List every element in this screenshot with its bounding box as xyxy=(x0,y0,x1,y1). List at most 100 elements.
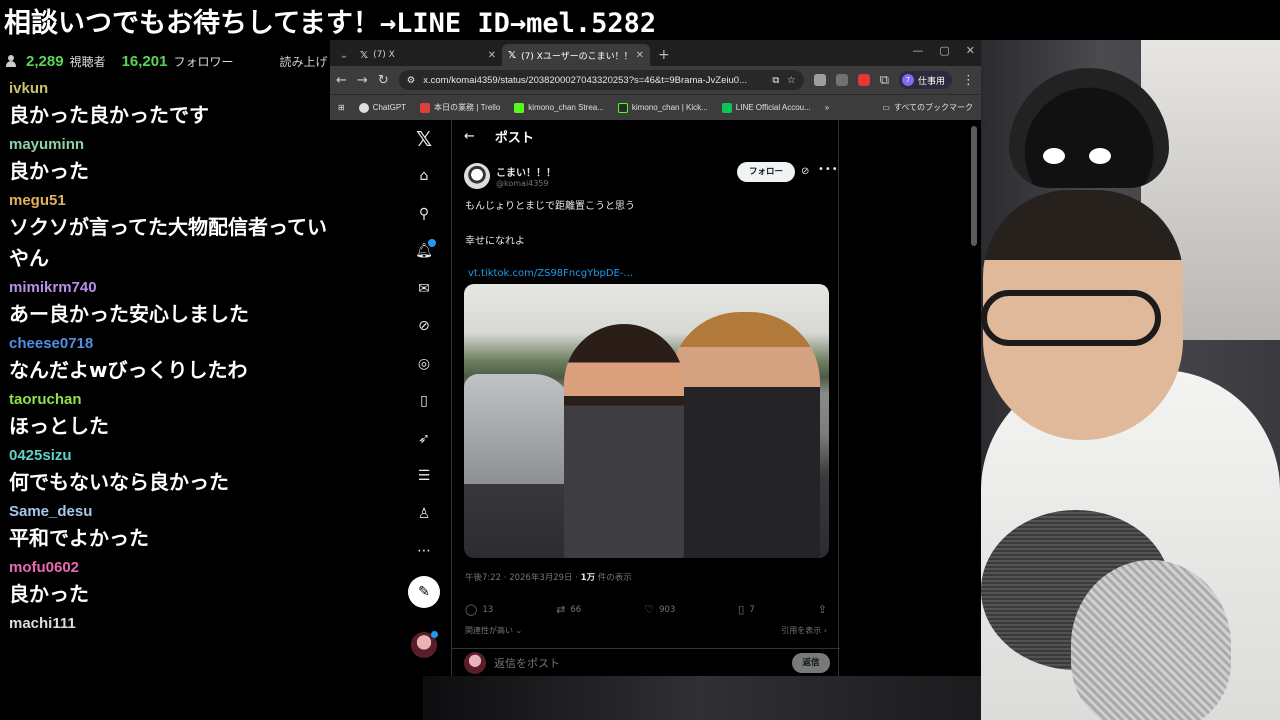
page-scrollbar[interactable] xyxy=(971,126,977,246)
bookmark-count: 7 xyxy=(749,604,755,615)
bookmark-icon: ▯ xyxy=(738,603,745,616)
back-arrow-icon[interactable]: ← xyxy=(464,129,475,144)
extensions-puzzle-icon[interactable]: ⧉ xyxy=(880,73,889,88)
post-author-row: こまい！！！ @komai4359 フォロー ⊘ ••• xyxy=(452,158,838,194)
viewers-icon xyxy=(6,55,20,67)
chat-text: ほっとした xyxy=(9,414,109,438)
follower-label: フォロワー xyxy=(173,54,234,69)
author-avatar[interactable] xyxy=(464,163,490,189)
bookmark-trello[interactable]: 本日の業務 | Trello xyxy=(420,102,500,113)
x-logo-icon[interactable]: 𝕏 xyxy=(408,120,440,158)
heart-icon: ♡ xyxy=(644,603,655,616)
read-aloud-label[interactable]: 読み上げ xyxy=(279,53,327,70)
reply-icon: ◯ xyxy=(465,603,478,616)
chevron-right-icon: › xyxy=(823,626,827,635)
post-text-line: 幸せになれよ xyxy=(465,236,525,247)
apps-grid-icon[interactable]: ⊞ xyxy=(338,103,345,112)
extension-icon[interactable] xyxy=(813,74,826,86)
tab-strip: ⌄ 𝕏 (7) X ✕ 𝕏 (7) Xユーザーのこまい！！！さん: 「もんじょり… xyxy=(330,40,981,66)
site-settings-icon[interactable]: ⚙ xyxy=(407,75,416,86)
grok-icon[interactable]: ⊘ xyxy=(408,308,440,346)
view-quotes-link[interactable]: 引用を表示 › xyxy=(781,625,827,636)
reply-input[interactable]: 返信をポスト xyxy=(494,655,784,671)
bookmark-chatgpt[interactable]: ChatGPT xyxy=(358,102,406,113)
penguin-eye xyxy=(1089,148,1111,164)
penguin-eye xyxy=(1043,148,1065,164)
repost-action[interactable]: ⇄ 66 xyxy=(556,603,581,616)
bookmark-line[interactable]: LINE Official Accou... xyxy=(721,102,811,113)
chat-text: あー良かった安心しました xyxy=(9,302,249,326)
maximize-button[interactable]: ▢ xyxy=(939,44,949,57)
tab-x-home[interactable]: 𝕏 (7) X ✕ xyxy=(354,44,502,66)
account-avatar[interactable] xyxy=(411,631,438,658)
home-icon[interactable]: ⌂ xyxy=(408,158,440,196)
bookmark-kick[interactable]: kimono_chan | Kick... xyxy=(617,102,708,113)
search-icon[interactable]: ⚲ xyxy=(408,195,440,233)
post-body: もんじょりとまじで距離置こうと思う 幸せになれよ vt.tiktok.com/Z… xyxy=(452,197,838,279)
follow-button[interactable]: フォロー xyxy=(737,162,795,182)
tab-close-icon[interactable]: ✕ xyxy=(488,50,496,61)
all-bookmarks-folder[interactable]: ▭ すべてのブックマーク xyxy=(882,102,973,113)
bookmark-kick-stream[interactable]: kimono_chan Strea... xyxy=(514,102,604,113)
browser-menu-icon[interactable]: ⋮ xyxy=(962,73,975,88)
bookmark-star-icon[interactable]: ☆ xyxy=(787,75,796,86)
chevron-down-icon: ⌄ xyxy=(515,626,523,635)
forward-arrow-icon[interactable]: → xyxy=(357,73,368,88)
share-action[interactable]: ⇪ xyxy=(818,603,827,616)
post-link[interactable]: vt.tiktok.com/ZS98FncgYbpDE-... xyxy=(465,268,838,279)
reload-icon[interactable]: ↻ xyxy=(378,73,389,88)
trello-icon xyxy=(420,102,431,113)
chat-text: ソクソが言ってた大物配信者っていやん xyxy=(9,215,327,270)
compose-post-button[interactable]: ✎ xyxy=(408,576,440,608)
x-page: 𝕏 ⌂ ⚲ 🔔︎ ✉ ⊘ ◎ ▯ ➶ ☰ ♙ ⋯ ✎ ← ポスト こまい！！！ xyxy=(330,120,981,676)
reply-count: 13 xyxy=(482,604,494,615)
notifications-bell-icon[interactable]: 🔔︎ xyxy=(408,233,440,271)
rocket-icon[interactable]: ➶ xyxy=(408,420,440,458)
more-circle-icon[interactable]: ⋯ xyxy=(408,533,440,571)
reply-composer: 返信をポスト 返信 xyxy=(452,648,840,676)
install-app-icon[interactable]: ⧉ xyxy=(772,75,779,86)
tab-title: (7) X xyxy=(373,50,395,60)
post-photo[interactable] xyxy=(464,284,829,558)
reply-action[interactable]: ◯ 13 xyxy=(465,603,493,616)
line-icon xyxy=(721,102,732,113)
minimize-button[interactable]: — xyxy=(912,44,923,57)
x-sidebar-nav: 𝕏 ⌂ ⚲ 🔔︎ ✉ ⊘ ◎ ▯ ➶ ☰ ♙ ⋯ ✎ xyxy=(408,120,440,658)
author-handle[interactable]: @komai4359 xyxy=(496,179,556,188)
browser-toolbar: ← → ↻ ⚙ x.com/komai4359/status/203820002… xyxy=(330,66,981,94)
viewer-label: 視聴者 xyxy=(69,54,106,69)
bookmark-action[interactable]: ▯ 7 xyxy=(738,603,754,616)
lists-icon[interactable]: ☰ xyxy=(408,458,440,496)
follower-count: 16,201 xyxy=(121,52,168,70)
more-options-icon[interactable]: ••• xyxy=(818,164,839,175)
tab-x-post[interactable]: 𝕏 (7) Xユーザーのこまい！！！さん: 「もんじょりとまじで距離置こうと思う… xyxy=(502,44,650,66)
bookmarks-icon[interactable]: ▯ xyxy=(408,383,440,421)
new-tab-button[interactable]: + xyxy=(650,44,678,66)
messages-envelope-icon[interactable]: ✉ xyxy=(408,270,440,308)
like-action[interactable]: ♡ 903 xyxy=(644,603,675,616)
window-controls: — ▢ ✕ xyxy=(912,44,975,57)
more-bookmarks-icon[interactable]: » xyxy=(825,103,829,112)
post-header: ← ポスト xyxy=(452,120,838,152)
sort-dropdown[interactable]: 関連性が高い ⌄ xyxy=(465,625,522,636)
back-arrow-icon[interactable]: ← xyxy=(336,73,347,88)
kick-icon xyxy=(514,102,525,113)
youtube-extension-icon[interactable] xyxy=(857,74,870,86)
chat-text: 良かった xyxy=(9,159,89,183)
repost-icon: ⇄ xyxy=(556,603,566,616)
x-favicon-icon: 𝕏 xyxy=(360,49,369,61)
tab-close-icon[interactable]: ✕ xyxy=(636,50,644,61)
communities-icon[interactable]: ◎ xyxy=(408,345,440,383)
post-timestamp[interactable]: 午後7:22 · 2026年3月29日 · xyxy=(465,573,581,583)
author-name[interactable]: こまい！！！ xyxy=(496,164,556,179)
profile-chip[interactable]: 7 仕事用 xyxy=(898,71,952,89)
bookmarks-bar: ⊞ ChatGPT 本日の業務 | Trello kimono_chan Str… xyxy=(330,94,981,120)
grok-icon[interactable]: ⊘ xyxy=(801,166,809,177)
tab-search-icon[interactable]: ⌄ xyxy=(334,46,354,66)
address-bar[interactable]: ⚙ x.com/komai4359/status/203820002704332… xyxy=(398,70,804,90)
view-count: 1万 xyxy=(580,573,596,583)
extension-icon[interactable] xyxy=(835,74,848,86)
close-window-button[interactable]: ✕ xyxy=(966,44,975,57)
reply-button[interactable]: 返信 xyxy=(792,652,830,673)
profile-icon[interactable]: ♙ xyxy=(408,495,440,533)
